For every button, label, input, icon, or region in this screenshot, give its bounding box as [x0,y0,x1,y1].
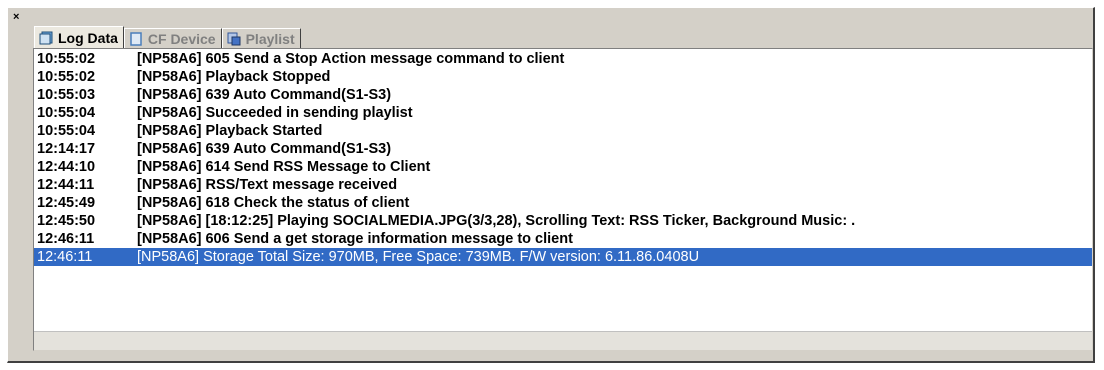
log-time: 12:44:11 [37,177,95,193]
tab-playlist[interactable]: Playlist [221,28,301,48]
tab-cf-device[interactable]: CF Device [123,28,222,48]
tab-label: Log Data [58,30,118,46]
log-row[interactable]: 12:46:11 [NP58A6] 606 Send a get storage … [34,230,1092,248]
log-data-icon [39,31,53,45]
log-panel: × Log Data CF Device Playlist 10:55:02 [… [7,7,1095,363]
log-row[interactable]: 10:55:04 [NP58A6] Succeeded in sending pl… [34,104,1092,122]
log-message: [NP58A6] Succeeded in sending playlist [137,105,413,121]
log-message: [NP58A6] 614 Send RSS Message to Client [137,159,431,175]
log-row[interactable]: 12:45:49 [NP58A6] 618 Check the status of… [34,194,1092,212]
log-time: 12:46:11 [37,249,93,265]
log-row[interactable]: 12:44:10 [NP58A6] 614 Send RSS Message to… [34,158,1092,176]
log-row[interactable]: 10:55:03 [NP58A6] 639 Auto Command(S1-S3) [34,86,1092,104]
log-time: 10:55:03 [37,87,96,103]
log-row[interactable]: 12:44:11 [NP58A6] RSS/Text message receiv… [34,176,1092,194]
log-message: [NP58A6] 605 Send a Stop Action message … [137,51,565,67]
horizontal-scrollbar[interactable] [34,331,1092,350]
log-time: 12:45:50 [37,213,96,229]
log-time: 10:55:04 [37,123,96,139]
log-time: 10:55:04 [37,105,96,121]
log-time: 12:44:10 [37,159,96,175]
log-row[interactable]: 10:55:04 [NP58A6] Playback Started [34,122,1092,140]
log-row[interactable]: 12:14:17 [NP58A6] 639 Auto Command(S1-S3) [34,140,1092,158]
log-rows: 10:55:02 [NP58A6] 605 Send a Stop Action … [34,50,1092,266]
log-message: [NP58A6] 639 Auto Command(S1-S3) [137,87,392,103]
log-time: 12:46:11 [37,231,95,247]
playlist-icon [227,32,241,46]
log-message: [NP58A6] 618 Check the status of client [137,195,410,211]
log-message: [NP58A6] Storage Total Size: 970MB, Free… [137,249,700,265]
log-message: [NP58A6] 606 Send a get storage informat… [137,231,573,247]
log-message: [NP58A6] Playback Started [137,123,323,139]
tab-label: CF Device [147,30,216,47]
log-message: [NP58A6] RSS/Text message received [137,177,398,193]
log-row[interactable]: 10:55:02 [NP58A6] 605 Send a Stop Action … [34,50,1092,68]
log-message: [NP58A6] Playback Stopped [137,69,331,85]
tab-log-data[interactable]: Log Data [34,26,124,49]
log-list[interactable]: 10:55:02 [NP58A6] 605 Send a Stop Action … [33,48,1093,351]
tab-label: Playlist [245,30,295,47]
log-message: [NP58A6] [18:12:25] Playing SOCIALMEDIA.… [137,213,856,229]
log-row[interactable]: 12:45:50 [NP58A6] [18:12:25] Playing SOCI… [34,212,1092,230]
log-row[interactable]: 12:46:11 [NP58A6] Storage Total Size: 970… [34,248,1092,266]
log-time: 10:55:02 [37,69,96,85]
cf-device-icon [129,31,143,46]
log-message: [NP58A6] 639 Auto Command(S1-S3) [137,141,392,157]
log-row[interactable]: 10:55:02 [NP58A6] Playback Stopped [34,68,1092,86]
tab-bar: Log Data CF Device Playlist [34,24,301,49]
log-time: 12:14:17 [37,141,96,157]
log-time: 10:55:02 [37,51,96,67]
log-time: 12:45:49 [37,195,96,211]
close-icon[interactable]: × [13,12,19,23]
